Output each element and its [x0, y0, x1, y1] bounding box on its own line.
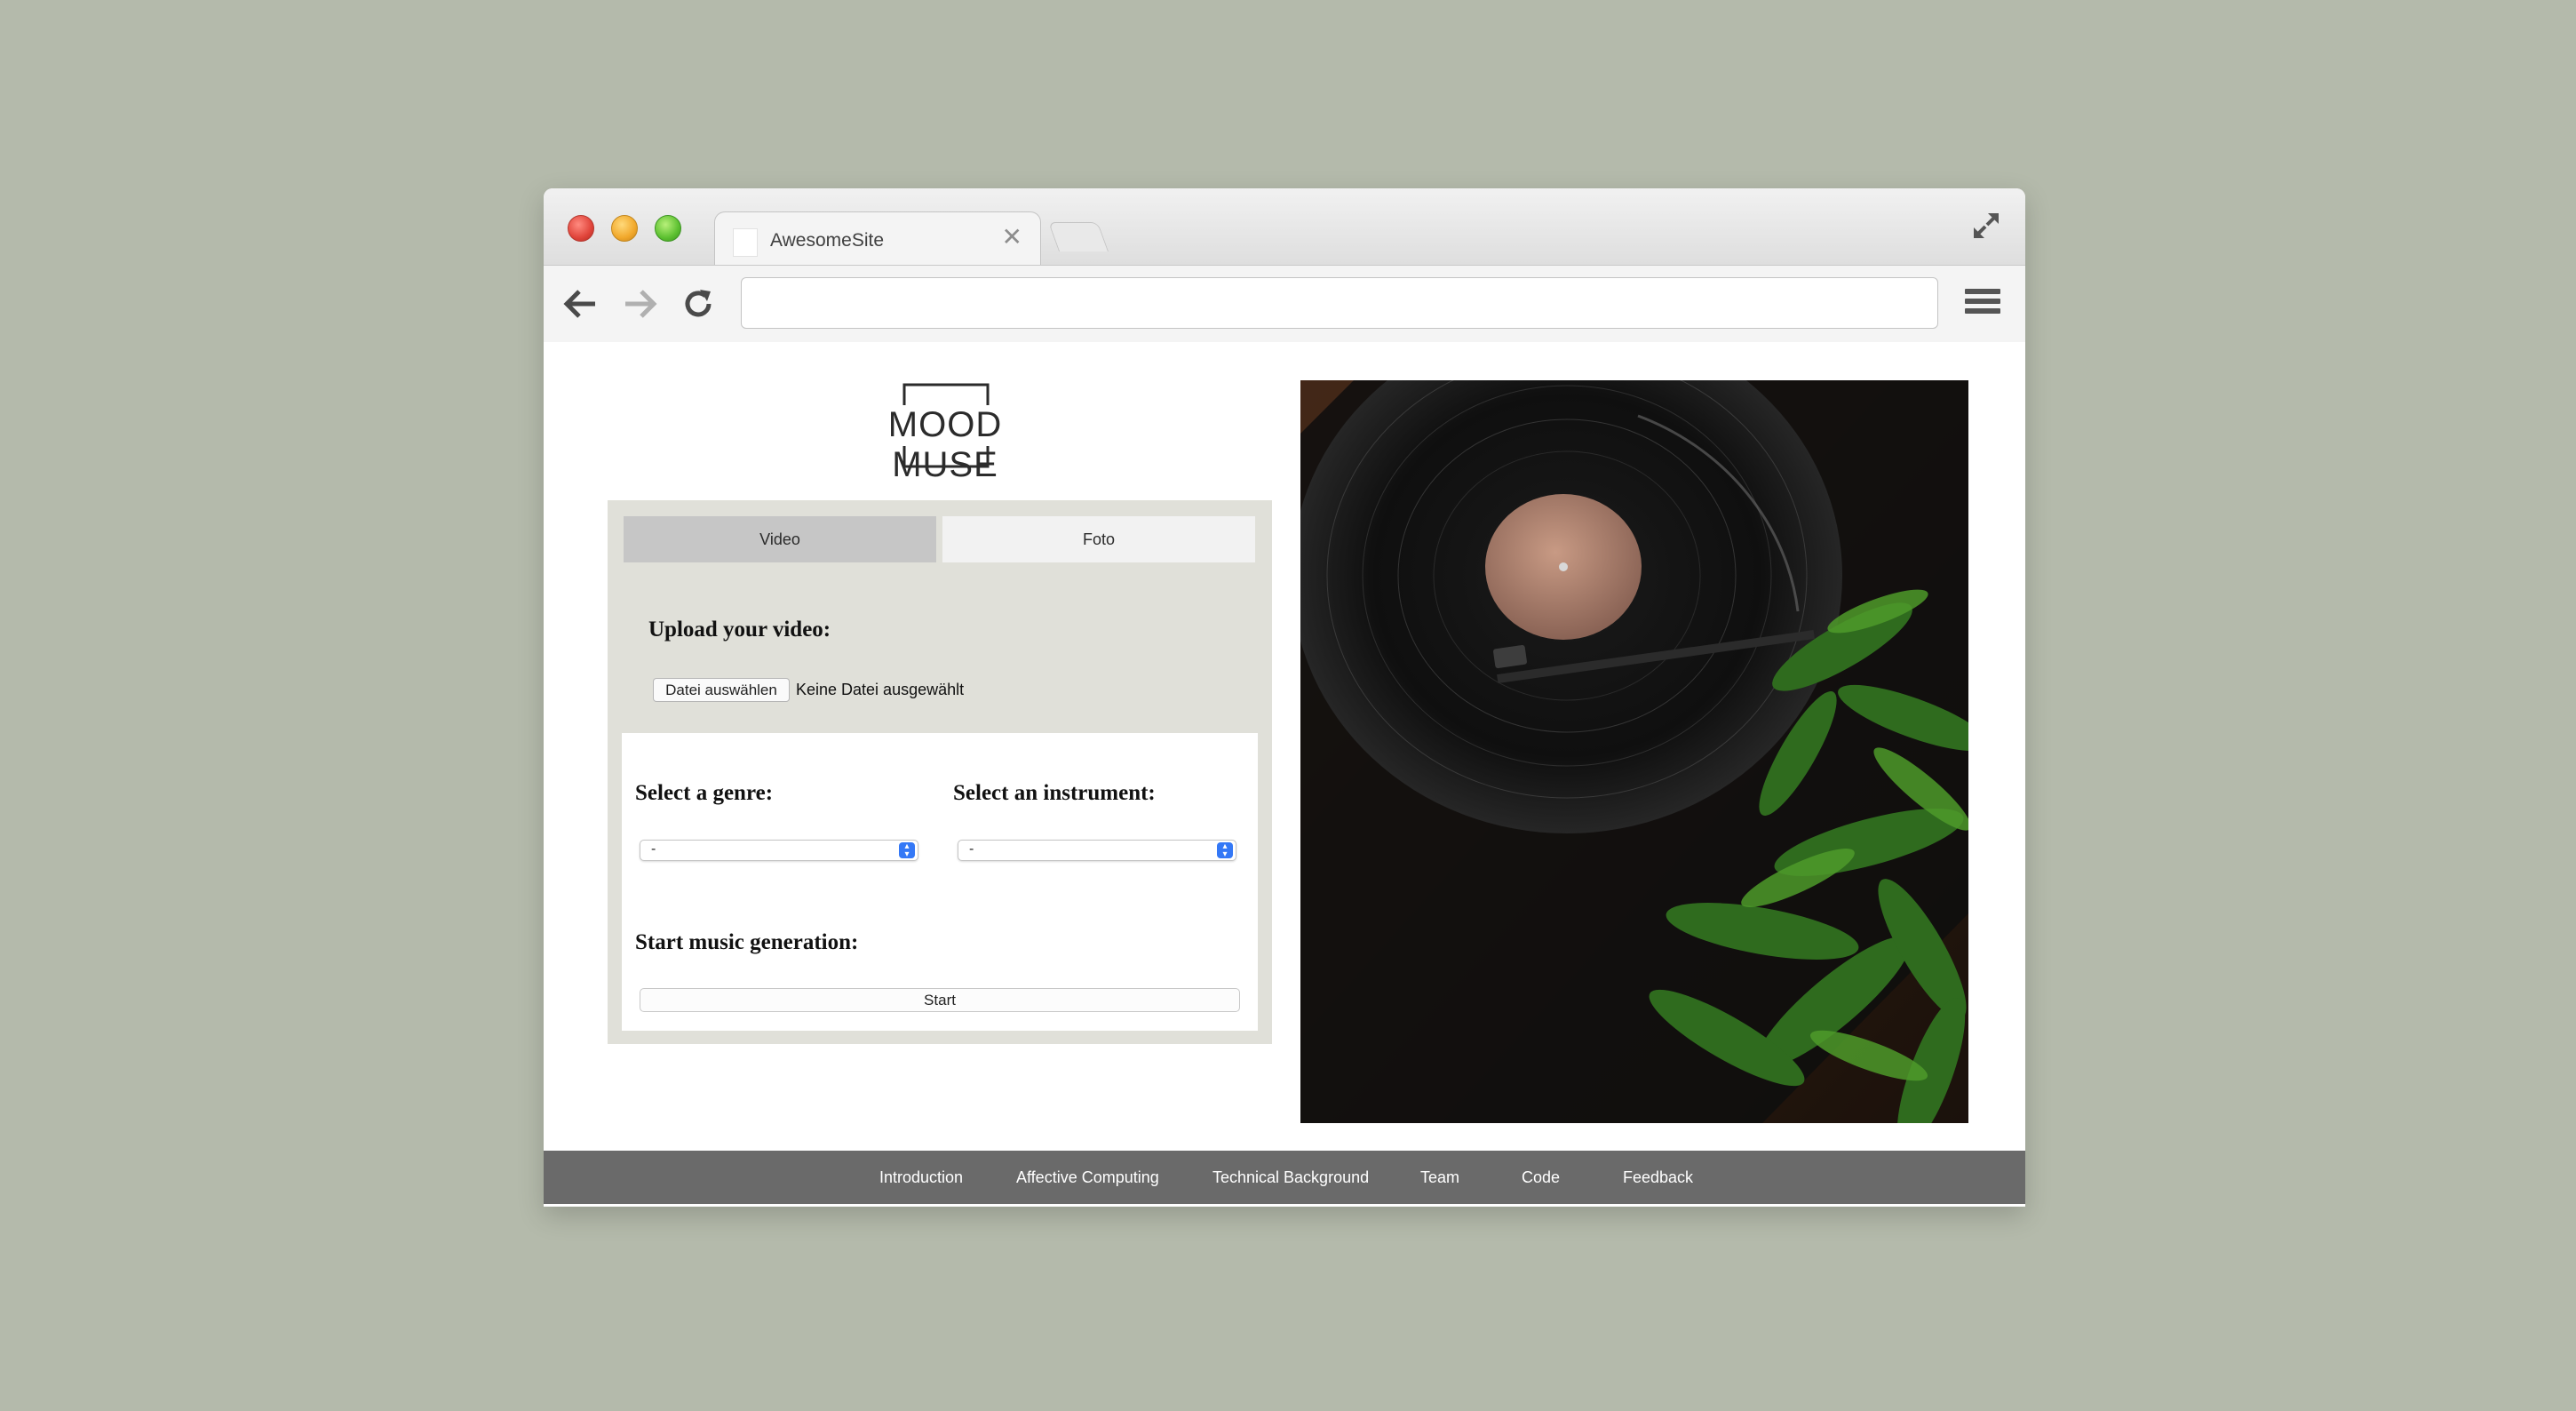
browser-toolbar	[544, 265, 2025, 343]
footer-link-technical-background[interactable]: Technical Background	[1212, 1168, 1369, 1187]
arrow-left-icon[interactable]	[563, 286, 599, 322]
footer-link-affective-computing[interactable]: Affective Computing	[1016, 1168, 1159, 1187]
footer: Introduction Affective Computing Technic…	[544, 1151, 2025, 1204]
updown-chevron-icon: ▴ ▾	[1217, 842, 1233, 859]
logo-text: MOOD MUSE	[887, 405, 1003, 484]
footer-link-feedback[interactable]: Feedback	[1623, 1168, 1693, 1187]
hamburger-menu-icon[interactable]	[1965, 289, 2000, 319]
choose-file-button[interactable]: Datei auswählen	[653, 678, 790, 702]
genre-selected-value: -	[651, 841, 656, 857]
instrument-label: Select an instrument:	[953, 781, 1156, 805]
arrow-right-icon[interactable]	[622, 286, 657, 322]
upload-title: Upload your video:	[648, 618, 831, 642]
footer-link-introduction[interactable]: Introduction	[879, 1168, 963, 1187]
options-section: Select a genre: Select an instrument: - …	[622, 733, 1258, 1031]
tab-title: AwesomeSite	[770, 230, 885, 251]
turntable-illustration	[1300, 380, 1968, 1123]
logo: MOOD MUSE	[839, 382, 1052, 484]
title-bar: AwesomeSite ✕	[544, 188, 2025, 266]
footer-link-code[interactable]: Code	[1522, 1168, 1560, 1187]
page-viewport: MOOD MUSE Video Foto Upload your video: …	[544, 342, 2025, 1207]
browser-window: AwesomeSite ✕ MOOD MUSE Video Foto Uploa…	[544, 188, 2025, 1207]
footer-nav: Introduction Affective Computing Technic…	[544, 1151, 2025, 1204]
favicon-icon	[733, 228, 758, 257]
turntable-photo	[1300, 380, 1968, 1123]
address-bar[interactable]	[741, 277, 1938, 329]
genre-select[interactable]: - ▴ ▾	[640, 840, 918, 861]
updown-chevron-icon: ▴ ▾	[899, 842, 915, 859]
reload-icon[interactable]	[680, 286, 716, 322]
file-status: Keine Datei ausgewählt	[796, 681, 965, 698]
start-button[interactable]: Start	[640, 988, 1240, 1012]
genre-label: Select a genre:	[635, 781, 774, 805]
instrument-select[interactable]: - ▴ ▾	[958, 840, 1236, 861]
tab-foto[interactable]: Foto	[942, 516, 1255, 562]
new-tab-button[interactable]	[1047, 222, 1109, 251]
expand-icon[interactable]	[1970, 210, 2002, 242]
zoom-window-button[interactable]	[655, 215, 681, 242]
instrument-selected-value: -	[969, 841, 974, 857]
browser-tab[interactable]: AwesomeSite ✕	[714, 211, 1041, 266]
tab-close-icon[interactable]: ✕	[1002, 225, 1022, 250]
tab-video[interactable]: Video	[624, 516, 936, 562]
generator-panel: Video Foto Upload your video: Datei ausw…	[608, 500, 1272, 1044]
minimize-window-button[interactable]	[611, 215, 638, 242]
close-window-button[interactable]	[568, 215, 594, 242]
generation-label: Start music generation:	[635, 930, 859, 954]
footer-link-team[interactable]: Team	[1420, 1168, 1459, 1187]
